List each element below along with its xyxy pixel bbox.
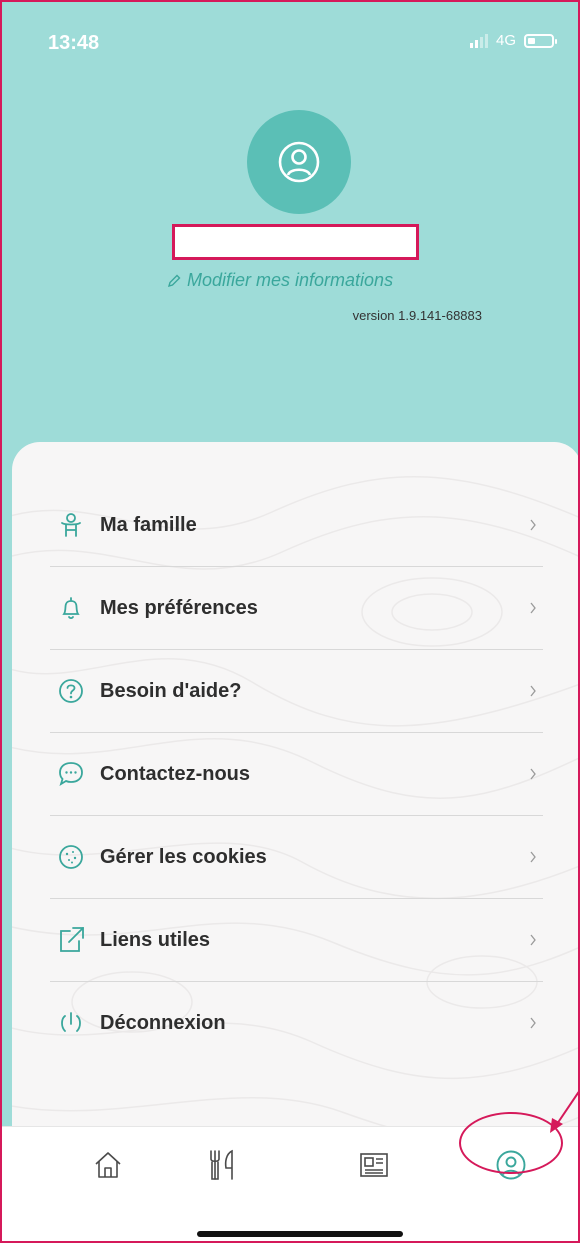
tab-news[interactable] bbox=[350, 1145, 398, 1185]
tab-restaurant[interactable] bbox=[199, 1145, 247, 1185]
chevron-right-icon bbox=[530, 1017, 536, 1029]
profile-menu: Ma famille Mes préférences Besoin d'aide… bbox=[50, 484, 543, 1064]
question-icon bbox=[56, 676, 86, 706]
family-icon bbox=[56, 510, 86, 540]
status-time: 13:48 bbox=[48, 32, 100, 54]
status-bar: 13:48 4G bbox=[2, 2, 578, 82]
menu-item-preferences[interactable]: Mes préférences bbox=[50, 567, 543, 650]
battery-icon bbox=[524, 33, 557, 48]
avatar[interactable] bbox=[247, 110, 351, 214]
user-name-field bbox=[172, 224, 419, 260]
menu-item-liens[interactable]: Liens utiles bbox=[50, 899, 543, 982]
menu-item-label: Déconnexion bbox=[100, 1011, 226, 1034]
network-label: 4G bbox=[495, 32, 516, 49]
home-indicator bbox=[197, 1231, 403, 1237]
menu-item-label: Ma famille bbox=[100, 513, 197, 536]
power-icon bbox=[56, 1008, 86, 1038]
status-indicators: 4G bbox=[469, 32, 557, 49]
chevron-right-icon bbox=[530, 851, 536, 863]
user-icon bbox=[278, 141, 320, 183]
chevron-right-icon bbox=[530, 934, 536, 946]
menu-item-label: Contactez-nous bbox=[100, 762, 250, 785]
news-icon bbox=[360, 1153, 388, 1177]
chevron-right-icon bbox=[530, 685, 536, 697]
pencil-icon bbox=[167, 274, 181, 287]
chevron-right-icon bbox=[530, 768, 536, 780]
restaurant-icon bbox=[210, 1149, 233, 1180]
signal-icon bbox=[469, 33, 488, 48]
chevron-right-icon bbox=[530, 519, 536, 531]
menu-item-label: Mes préférences bbox=[100, 596, 258, 619]
app-version: version 1.9.141-68883 bbox=[352, 308, 482, 323]
menu-item-famille[interactable]: Ma famille bbox=[50, 484, 543, 567]
edit-profile-label: Modifier mes informations bbox=[187, 270, 394, 290]
menu-item-contact[interactable]: Contactez-nous bbox=[50, 733, 543, 816]
chevron-right-icon bbox=[530, 602, 536, 614]
menu-item-label: Besoin d'aide? bbox=[100, 679, 242, 702]
external-link-icon bbox=[56, 925, 86, 955]
home-icon bbox=[95, 1152, 121, 1178]
menu-item-cookies[interactable]: Gérer les cookies bbox=[50, 816, 543, 899]
app-screen: 13:48 4G Modifier mes informations versi… bbox=[0, 0, 580, 1243]
menu-item-label: Liens utiles bbox=[100, 928, 211, 951]
highlight-circle bbox=[459, 1112, 563, 1174]
tab-home[interactable] bbox=[84, 1145, 132, 1185]
menu-item-label: Gérer les cookies bbox=[100, 845, 267, 868]
menu-panel: Ma famille Mes préférences Besoin d'aide… bbox=[12, 442, 578, 1142]
chat-icon bbox=[56, 759, 86, 789]
edit-profile-link[interactable]: Modifier mes informations bbox=[167, 270, 393, 291]
bell-icon bbox=[56, 593, 86, 623]
menu-item-deconnexion[interactable]: Déconnexion bbox=[50, 982, 543, 1064]
menu-item-aide[interactable]: Besoin d'aide? bbox=[50, 650, 543, 733]
cookie-icon bbox=[56, 842, 86, 872]
